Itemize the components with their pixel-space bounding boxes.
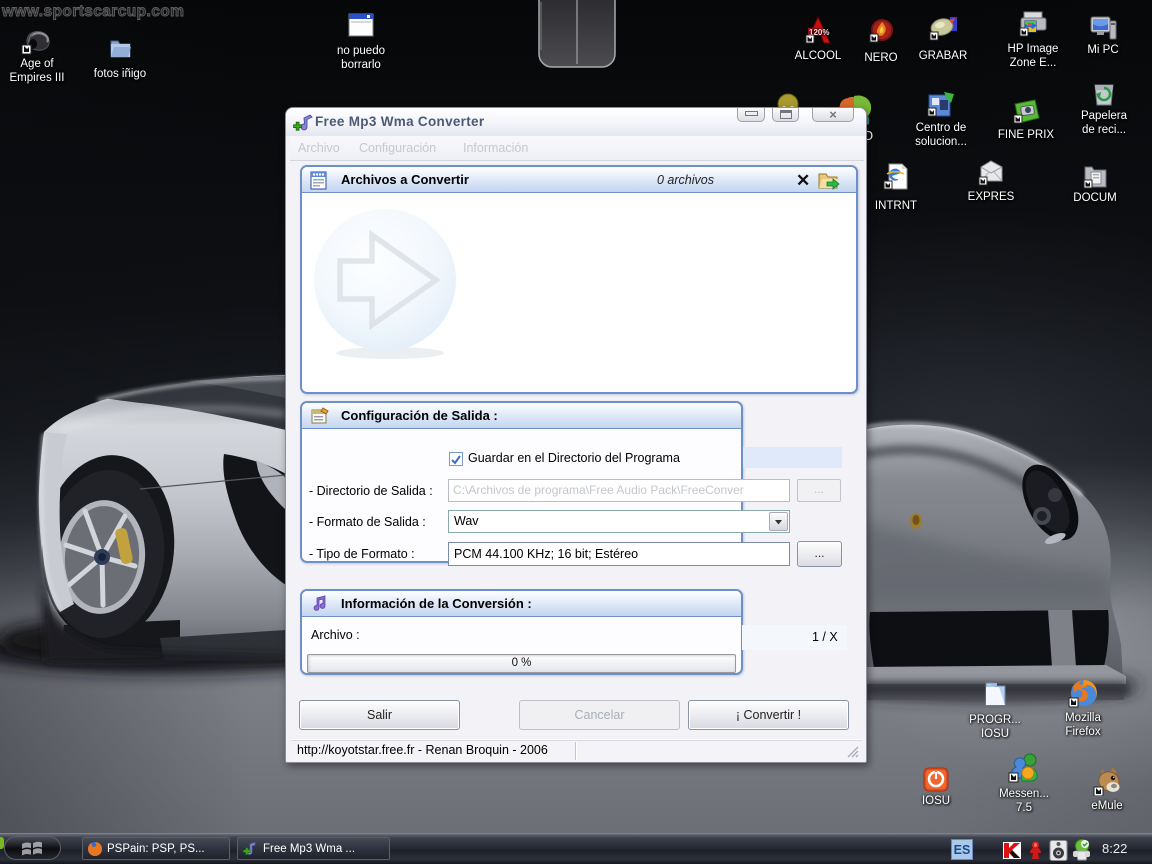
svg-text:www.sportscarcup.com: www.sportscarcup.com [1, 3, 184, 20]
